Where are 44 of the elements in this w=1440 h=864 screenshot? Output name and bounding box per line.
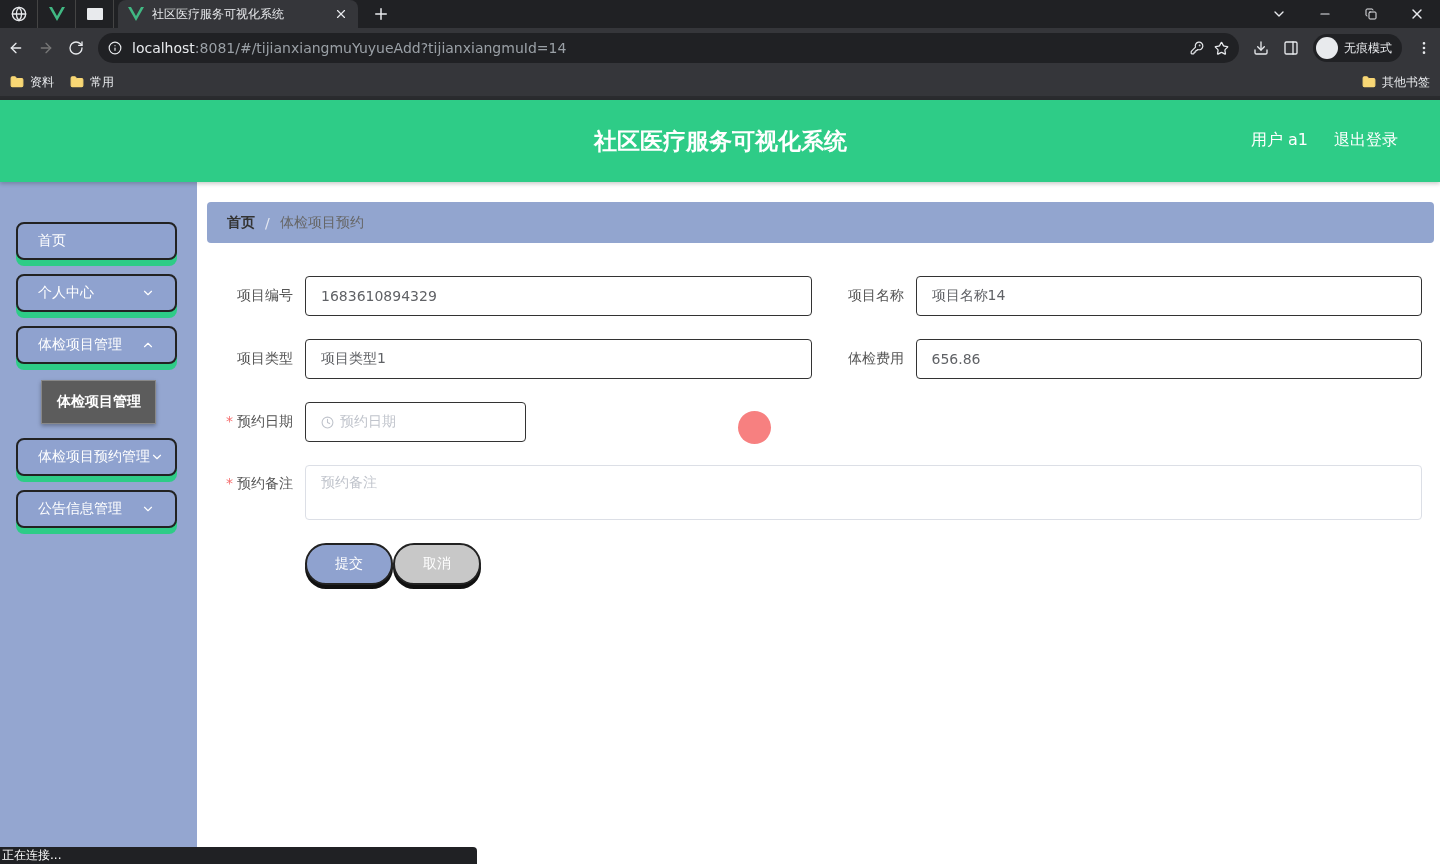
- field-label: * 预约日期: [225, 413, 293, 431]
- key-icon[interactable]: [1190, 41, 1204, 55]
- bookmark[interactable]: 常用: [70, 73, 114, 91]
- submenu-item[interactable]: 体检项目管理: [41, 380, 156, 424]
- input-field[interactable]: 项目名称14: [915, 276, 1422, 316]
- input-field[interactable]: 1683610894329: [305, 276, 812, 316]
- folder-icon: [70, 75, 84, 89]
- breadcrumb-link[interactable]: 首页: [227, 213, 255, 232]
- forward-icon[interactable]: [38, 40, 54, 56]
- folder-icon: [10, 75, 24, 89]
- field-label: * 预约备注: [225, 474, 293, 493]
- field-label: 项目类型: [236, 350, 293, 368]
- v-logo-icon: [128, 7, 144, 21]
- window-icon[interactable]: [86, 8, 103, 20]
- status-bar: 正在连接...: [0, 847, 477, 864]
- required-mark: *: [226, 413, 233, 429]
- field-label: 体检费用: [846, 350, 904, 368]
- field-label: 项目编号: [236, 287, 293, 305]
- reload-icon[interactable]: [68, 40, 84, 56]
- globe-icon[interactable]: [10, 6, 27, 22]
- breadcrumb-current: 体检项目预约: [279, 213, 364, 232]
- download-icon[interactable]: [1253, 40, 1269, 56]
- restore-icon[interactable]: [1365, 8, 1377, 20]
- side-panel-icon[interactable]: [1283, 40, 1299, 56]
- cursor-highlight: [738, 411, 771, 444]
- input-field[interactable]: 项目类型1: [305, 339, 812, 379]
- clock-icon: [321, 415, 334, 429]
- v-logo-icon[interactable]: [48, 7, 65, 21]
- field-label: 项目名称: [846, 287, 904, 305]
- input-field[interactable]: 656.86: [915, 339, 1422, 379]
- star-icon[interactable]: [1214, 40, 1229, 56]
- bookmark[interactable]: 其他书签: [1362, 73, 1430, 91]
- back-icon[interactable]: [8, 40, 24, 56]
- info-icon: [108, 41, 122, 55]
- app-title: 社区医疗服务可视化系统: [593, 126, 847, 156]
- new-tab-icon[interactable]: [372, 5, 390, 23]
- close-icon[interactable]: [334, 7, 348, 21]
- browser-tab[interactable]: 社区医疗服务可视化系统: [118, 0, 358, 28]
- required-mark: *: [226, 475, 233, 491]
- folder-icon: [1362, 75, 1376, 89]
- address-bar[interactable]: localhost:8081/#/tijianxiangmuYuyueAdd?tijianxiangmuId=14: [98, 33, 1239, 63]
- breadcrumb-separator: /: [265, 214, 270, 231]
- profile-button[interactable]: 无痕模式: [1313, 34, 1402, 62]
- bookmark[interactable]: 资料: [10, 73, 54, 91]
